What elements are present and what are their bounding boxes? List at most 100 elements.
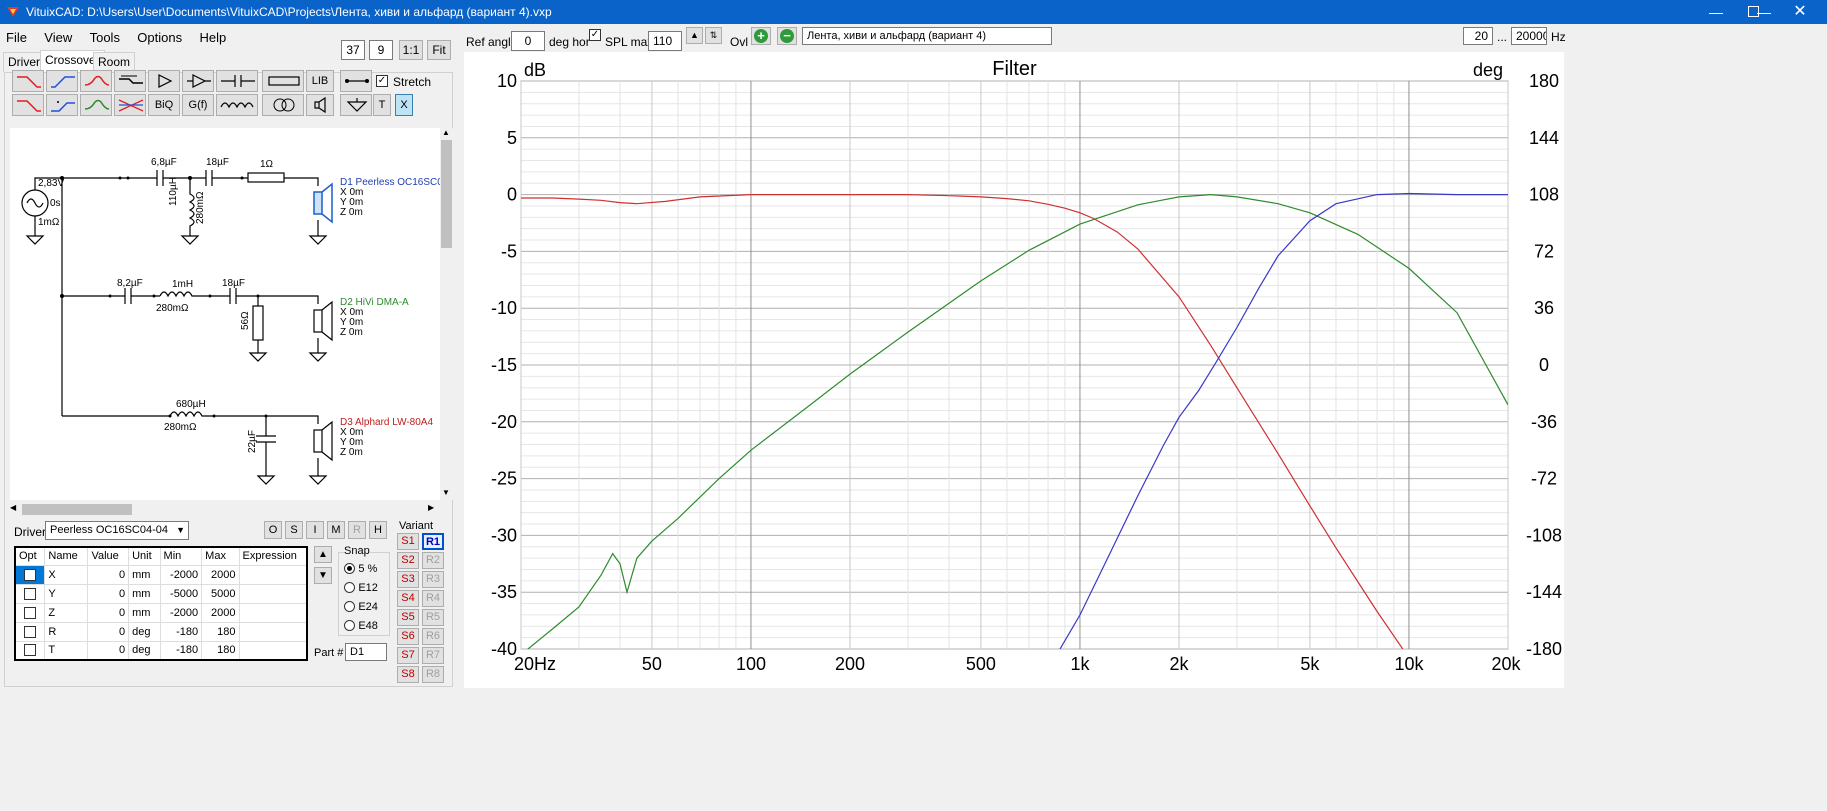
move-down-button[interactable]: ▼ <box>314 567 332 584</box>
spl-up-down-icon[interactable]: ▲ <box>686 27 703 44</box>
delete-tool[interactable]: X <box>395 94 413 116</box>
snap-option-e12[interactable]: E12 <box>344 580 378 594</box>
table-row[interactable]: Z 0 mm -2000 2000 <box>14 602 308 623</box>
radio-icon[interactable] <box>344 601 355 613</box>
min-cell[interactable]: -180 <box>159 640 203 661</box>
text-tool[interactable]: T <box>373 94 391 116</box>
horizontal-scroll-thumb[interactable] <box>22 504 132 515</box>
radio-icon[interactable] <box>344 582 355 594</box>
lowpass-2-tool[interactable] <box>12 94 44 116</box>
fit-button[interactable]: Fit <box>427 40 451 60</box>
opt-cell[interactable] <box>14 621 46 642</box>
bandpass-tool[interactable] <box>80 70 112 92</box>
part-input[interactable]: D1 <box>345 643 387 661</box>
omi-s-button[interactable]: S <box>285 521 303 539</box>
spl-swap-icon[interactable]: ⇅ <box>705 27 722 44</box>
omi-r-button[interactable]: R <box>348 521 366 539</box>
highpass-1-tool[interactable] <box>46 70 78 92</box>
spl-max-input[interactable]: 110 <box>648 31 682 51</box>
opt-cell[interactable] <box>14 564 46 585</box>
scroll-up-icon[interactable]: ▲ <box>442 128 450 137</box>
menu-tools[interactable]: Tools <box>90 30 120 45</box>
min-cell[interactable]: -2000 <box>159 602 203 623</box>
opt-checkbox[interactable] <box>24 625 37 638</box>
expression-cell[interactable] <box>238 583 308 604</box>
variant-r2-button[interactable]: R2 <box>422 552 444 569</box>
omi-i-button[interactable]: I <box>306 521 324 539</box>
ref-angle-input[interactable]: 0 <box>511 31 545 51</box>
variant-s7-button[interactable]: S7 <box>397 647 419 664</box>
radio-icon[interactable] <box>344 620 355 632</box>
buffer-tool[interactable] <box>148 70 180 92</box>
variant-r3-button[interactable]: R3 <box>422 571 444 588</box>
expression-cell[interactable] <box>238 640 308 661</box>
min-cell[interactable]: -5000 <box>159 583 203 604</box>
variant-name-input[interactable]: Лента, хиви и альфард (вариант 4) <box>802 27 1052 45</box>
value-cell[interactable]: 0 <box>87 583 130 604</box>
opt-checkbox[interactable] <box>24 644 37 657</box>
inductor-tool[interactable] <box>216 94 258 116</box>
opt-checkbox[interactable] <box>24 606 37 619</box>
remove-overlay-button[interactable]: − <box>777 27 797 45</box>
snap-option-5[interactable]: 5 % <box>344 561 377 575</box>
schematic-vertical-scrollbar[interactable]: ▲ ▼ <box>440 128 453 500</box>
menu-file[interactable]: File <box>6 30 27 45</box>
max-cell[interactable]: 2000 <box>201 602 240 623</box>
opt-checkbox[interactable] <box>24 587 37 600</box>
resistor-tool[interactable] <box>262 70 304 92</box>
omi-o-button[interactable]: O <box>264 521 282 539</box>
max-cell[interactable]: 180 <box>201 621 240 642</box>
table-row[interactable]: Y 0 mm -5000 5000 <box>14 583 308 604</box>
variant-r4-button[interactable]: R4 <box>422 590 444 607</box>
value-cell[interactable]: 0 <box>87 621 130 642</box>
snap-option-e24[interactable]: E24 <box>344 599 378 613</box>
value-cell[interactable]: 0 <box>87 602 130 623</box>
scroll-right-icon[interactable]: ▶ <box>428 503 434 512</box>
biquad-tool[interactable]: BiQ <box>148 94 180 116</box>
expression-cell[interactable] <box>238 564 308 585</box>
library-button[interactable]: LIB <box>306 70 334 92</box>
opt-cell[interactable] <box>14 583 46 604</box>
transformer-tool[interactable] <box>262 94 304 116</box>
schematic-horizontal-scrollbar[interactable]: ◀ ▶ <box>10 503 440 516</box>
opt-checkbox[interactable] <box>24 568 37 581</box>
driver-select[interactable]: Peerless OC16SC04-04 ▼ <box>45 521 189 540</box>
freq-min-input[interactable]: 20 <box>1463 27 1493 45</box>
max-cell[interactable]: 180 <box>201 640 240 661</box>
expression-cell[interactable] <box>238 602 308 623</box>
capacitor-tool[interactable] <box>216 70 258 92</box>
freq-max-input[interactable]: 20000 <box>1511 27 1547 45</box>
add-overlay-button[interactable]: + <box>751 27 771 45</box>
table-row[interactable]: T 0 deg -180 180 <box>14 640 308 661</box>
variant-r7-button[interactable]: R7 <box>422 647 444 664</box>
value-cell[interactable]: 0 <box>87 564 130 585</box>
maximize-button[interactable] <box>1748 6 1759 17</box>
amplifier-tool[interactable] <box>182 70 214 92</box>
table-row[interactable]: X 0 mm -2000 2000 <box>14 564 308 585</box>
scroll-left-icon[interactable]: ◀ <box>10 503 16 512</box>
shelf-tool[interactable] <box>114 70 146 92</box>
move-up-button[interactable]: ▲ <box>314 546 332 563</box>
zoom-1-1-button[interactable]: 1:1 <box>399 40 423 60</box>
lowpass-1-tool[interactable] <box>12 70 44 92</box>
variant-s4-button[interactable]: S4 <box>397 590 419 607</box>
min-cell[interactable]: -180 <box>159 621 203 642</box>
radio-icon[interactable] <box>344 563 355 575</box>
expression-cell[interactable] <box>238 621 308 642</box>
tab-room[interactable]: Room <box>93 52 136 72</box>
max-cell[interactable]: 2000 <box>201 564 240 585</box>
peaking-tool[interactable] <box>80 94 112 116</box>
variant-s6-button[interactable]: S6 <box>397 628 419 645</box>
table-row[interactable]: R 0 deg -180 180 <box>14 621 308 642</box>
filter-response-chart[interactable]: 20Hz 50 100 200 500 1k 2k 5k 10k 20k 10 5 0 -5 -10 -15-… <box>464 52 1564 688</box>
grid-y-input[interactable]: 9 <box>369 40 393 60</box>
variant-s3-button[interactable]: S3 <box>397 571 419 588</box>
omi-m-button[interactable]: M <box>327 521 345 539</box>
value-cell[interactable]: 0 <box>87 640 130 661</box>
spl-max-checkbox[interactable]: ✓ <box>589 29 601 41</box>
menu-view[interactable]: View <box>44 30 72 45</box>
menu-help[interactable]: Help <box>199 30 226 45</box>
grid-x-input[interactable]: 37 <box>341 40 365 60</box>
notch-tool[interactable] <box>114 94 146 116</box>
variant-s1-button[interactable]: S1 <box>397 533 419 550</box>
